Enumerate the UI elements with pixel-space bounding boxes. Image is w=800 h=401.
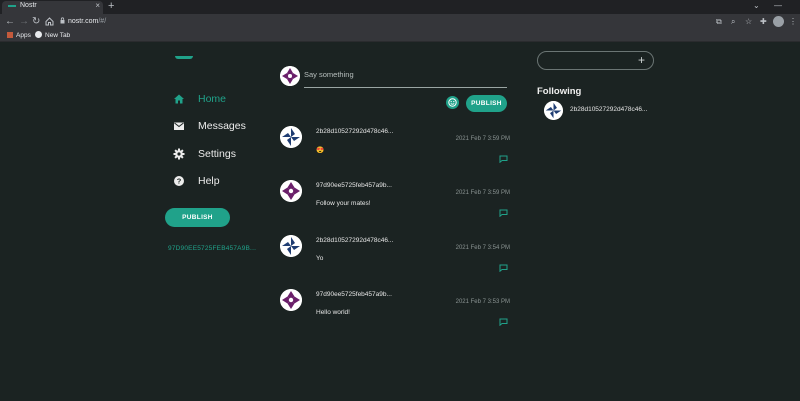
star-icon[interactable]: ☆: [745, 16, 752, 27]
reload-icon[interactable]: ↻: [32, 15, 40, 28]
blue-avatar-icon: [544, 101, 563, 120]
post-timestamp: 2021 Feb 7 3:54 PM: [455, 245, 510, 251]
post-author[interactable]: 2b28d10527292d478c46...: [316, 237, 393, 244]
share-icon[interactable]: ⧉: [716, 16, 722, 27]
bookmark-apps[interactable]: Apps: [7, 30, 31, 41]
sidebar-item-help[interactable]: ? Help: [173, 173, 220, 189]
feed-post: 2b28d10527292d478c46... 2021 Feb 7 3:54 …: [280, 235, 510, 287]
post-author[interactable]: 97d90ee5725feb457a9b...: [316, 291, 392, 298]
forward-icon[interactable]: →: [19, 15, 29, 28]
new-tab-button[interactable]: +: [108, 0, 114, 13]
svg-text:?: ?: [177, 177, 182, 186]
sidebar-item-label: Messages: [198, 120, 246, 132]
reply-icon[interactable]: [499, 209, 508, 217]
reply-icon[interactable]: [499, 318, 508, 326]
menu-icon[interactable]: ⋮: [789, 16, 797, 27]
bookmark-new-tab[interactable]: New Tab: [35, 30, 70, 41]
post-content: Follow your mates!: [316, 200, 371, 207]
profile-icon[interactable]: [773, 16, 784, 27]
feed-post: 2b28d10527292d478c46... 2021 Feb 7 3:59 …: [280, 126, 510, 178]
post-author[interactable]: 2b28d10527292d478c46...: [316, 128, 393, 135]
apps-icon: [7, 32, 13, 38]
home-icon: [174, 94, 184, 104]
sidebar-item-home[interactable]: Home: [173, 91, 226, 107]
following-heading: Following: [537, 86, 582, 97]
globe-icon: [35, 31, 42, 38]
blue-avatar-icon[interactable]: [280, 235, 302, 257]
mail-icon: [174, 122, 184, 130]
composer-publish-button[interactable]: PUBLISH: [466, 95, 507, 112]
plus-icon[interactable]: +: [638, 53, 645, 68]
browser-tab-bar: Nostr × + ⌄ —: [0, 0, 800, 14]
browser-toolbar: ← → ↻ nostr.com/#/ ⧉ ⌕ ☆ ✚ ⋮: [0, 14, 800, 29]
browser-tab[interactable]: Nostr ×: [2, 1, 103, 14]
address-bar[interactable]: nostr.com/#/: [58, 16, 708, 27]
sidebar-item-messages[interactable]: Messages: [173, 118, 246, 134]
sidebar-item-settings[interactable]: Settings: [173, 146, 236, 162]
purple-avatar-icon[interactable]: [280, 289, 302, 311]
tab-search-icon[interactable]: ⌄: [753, 1, 760, 10]
sidebar-item-label: Help: [198, 175, 220, 187]
post-timestamp: 2021 Feb 7 3:59 PM: [455, 190, 510, 196]
back-icon[interactable]: ←: [5, 15, 15, 28]
post-author[interactable]: 97d90ee5725feb457a9b...: [316, 182, 392, 189]
smile-icon: [448, 98, 457, 107]
bookmarks-bar: Apps New Tab: [0, 29, 800, 42]
follow-search-input[interactable]: +: [537, 51, 654, 70]
post-content: 😍: [316, 147, 325, 154]
compose-input[interactable]: Say something: [304, 69, 507, 88]
tab-close-button[interactable]: ×: [95, 1, 100, 10]
sidebar-item-label: Home: [198, 93, 227, 105]
feed-post: 97d90ee5725feb457a9b... 2021 Feb 7 3:59 …: [280, 180, 510, 232]
following-pubkey: 2b28d10527292d478c46...: [570, 106, 648, 113]
avatar[interactable]: [280, 66, 300, 86]
post-content: Yo: [316, 255, 324, 262]
url-text: nostr.com/#/: [68, 18, 107, 25]
blue-avatar-icon[interactable]: [280, 126, 302, 148]
logo-accent: [175, 56, 193, 59]
purple-avatar-icon: [280, 66, 300, 86]
extensions-icon[interactable]: ✚: [760, 16, 767, 27]
user-pubkey[interactable]: 97D90EE5725FEB457A9B...: [168, 245, 256, 252]
lock-icon: [60, 17, 65, 24]
sidebar-publish-button[interactable]: PUBLISH: [165, 208, 230, 227]
minimize-button[interactable]: —: [774, 1, 782, 10]
reply-icon[interactable]: [499, 264, 508, 272]
post-content: Hello world!: [316, 309, 350, 316]
reply-icon[interactable]: [499, 155, 508, 163]
emoji-button[interactable]: [446, 96, 459, 109]
home-icon[interactable]: [45, 17, 54, 26]
help-icon: ?: [174, 176, 184, 186]
tab-title: Nostr: [20, 2, 37, 9]
purple-avatar-icon[interactable]: [280, 180, 302, 202]
nostr-favicon-icon: [8, 5, 16, 8]
post-timestamp: 2021 Feb 7 3:53 PM: [455, 299, 510, 305]
feed-post: 97d90ee5725feb457a9b... 2021 Feb 7 3:53 …: [280, 289, 510, 341]
gear-icon: [173, 148, 185, 160]
sidebar-item-label: Settings: [198, 148, 236, 160]
post-timestamp: 2021 Feb 7 3:59 PM: [455, 136, 510, 142]
zoom-icon[interactable]: ⌕: [731, 16, 735, 27]
